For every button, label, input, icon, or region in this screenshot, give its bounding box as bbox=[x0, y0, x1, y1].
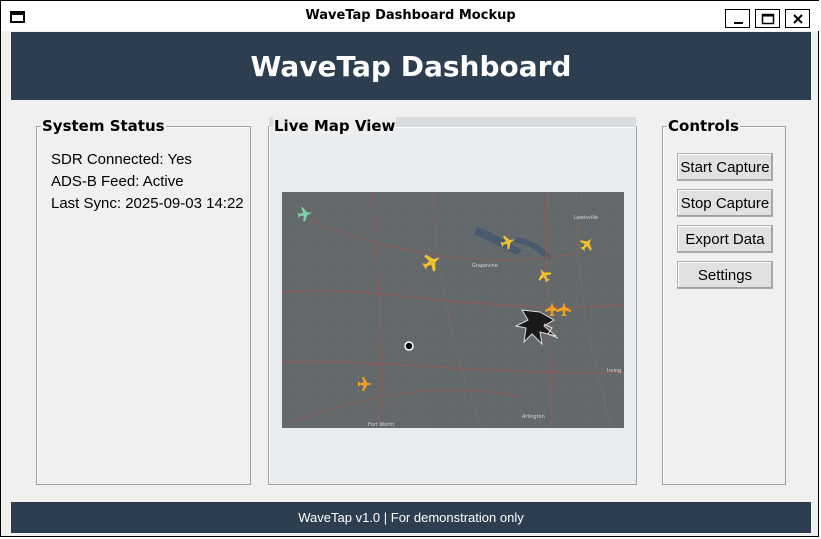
app-window: WaveTap Dashboard Mockup WaveTap Dashboa… bbox=[0, 0, 820, 537]
status-footer: WaveTap v1.0 | For demonstration only bbox=[11, 502, 811, 533]
app-header: WaveTap Dashboard bbox=[11, 32, 811, 100]
receiver-location-icon bbox=[404, 341, 414, 351]
last-sync-status: Last Sync: 2025-09-03 14:22 bbox=[51, 195, 244, 212]
close-icon bbox=[793, 14, 803, 24]
footer-text: WaveTap v1.0 | For demonstration only bbox=[298, 510, 524, 525]
system-status-title: System Status bbox=[41, 117, 166, 135]
stop-capture-button[interactable]: Stop Capture bbox=[677, 189, 773, 217]
map-label: Fort Worth bbox=[368, 422, 394, 428]
maximize-button[interactable] bbox=[755, 9, 780, 28]
map-label: Lewisville bbox=[574, 215, 598, 221]
controls-panel: Controls Start Capture Stop Capture Expo… bbox=[662, 117, 786, 485]
settings-button[interactable]: Settings bbox=[677, 261, 773, 289]
window-frame bbox=[1, 32, 11, 533]
map-label: Arlington bbox=[522, 414, 545, 420]
export-data-button[interactable]: Export Data bbox=[677, 225, 773, 253]
map-label: Irving bbox=[607, 368, 621, 374]
map-label: Grapevine bbox=[472, 263, 498, 269]
close-button[interactable] bbox=[785, 9, 810, 28]
start-capture-button[interactable]: Start Capture bbox=[677, 153, 773, 181]
system-status-panel: System Status SDR Connected: Yes ADS-B F… bbox=[36, 117, 251, 485]
live-map-panel: Live Map View Lewisville Irving Fort Wor… bbox=[268, 117, 637, 485]
live-map-title: Live Map View bbox=[273, 117, 397, 135]
title-bar[interactable]: WaveTap Dashboard Mockup bbox=[1, 1, 820, 31]
minimize-button[interactable] bbox=[725, 9, 750, 28]
adsb-status: ADS-B Feed: Active bbox=[51, 173, 184, 190]
live-map[interactable]: Lewisville Irving Fort Worth Arlington G… bbox=[282, 192, 624, 428]
maximize-icon bbox=[761, 13, 775, 25]
minimize-icon bbox=[734, 22, 743, 24]
sdr-status: SDR Connected: Yes bbox=[51, 151, 192, 168]
app-header-title: WaveTap Dashboard bbox=[250, 49, 572, 83]
window-title: WaveTap Dashboard Mockup bbox=[305, 8, 516, 23]
controls-title: Controls bbox=[667, 117, 740, 135]
